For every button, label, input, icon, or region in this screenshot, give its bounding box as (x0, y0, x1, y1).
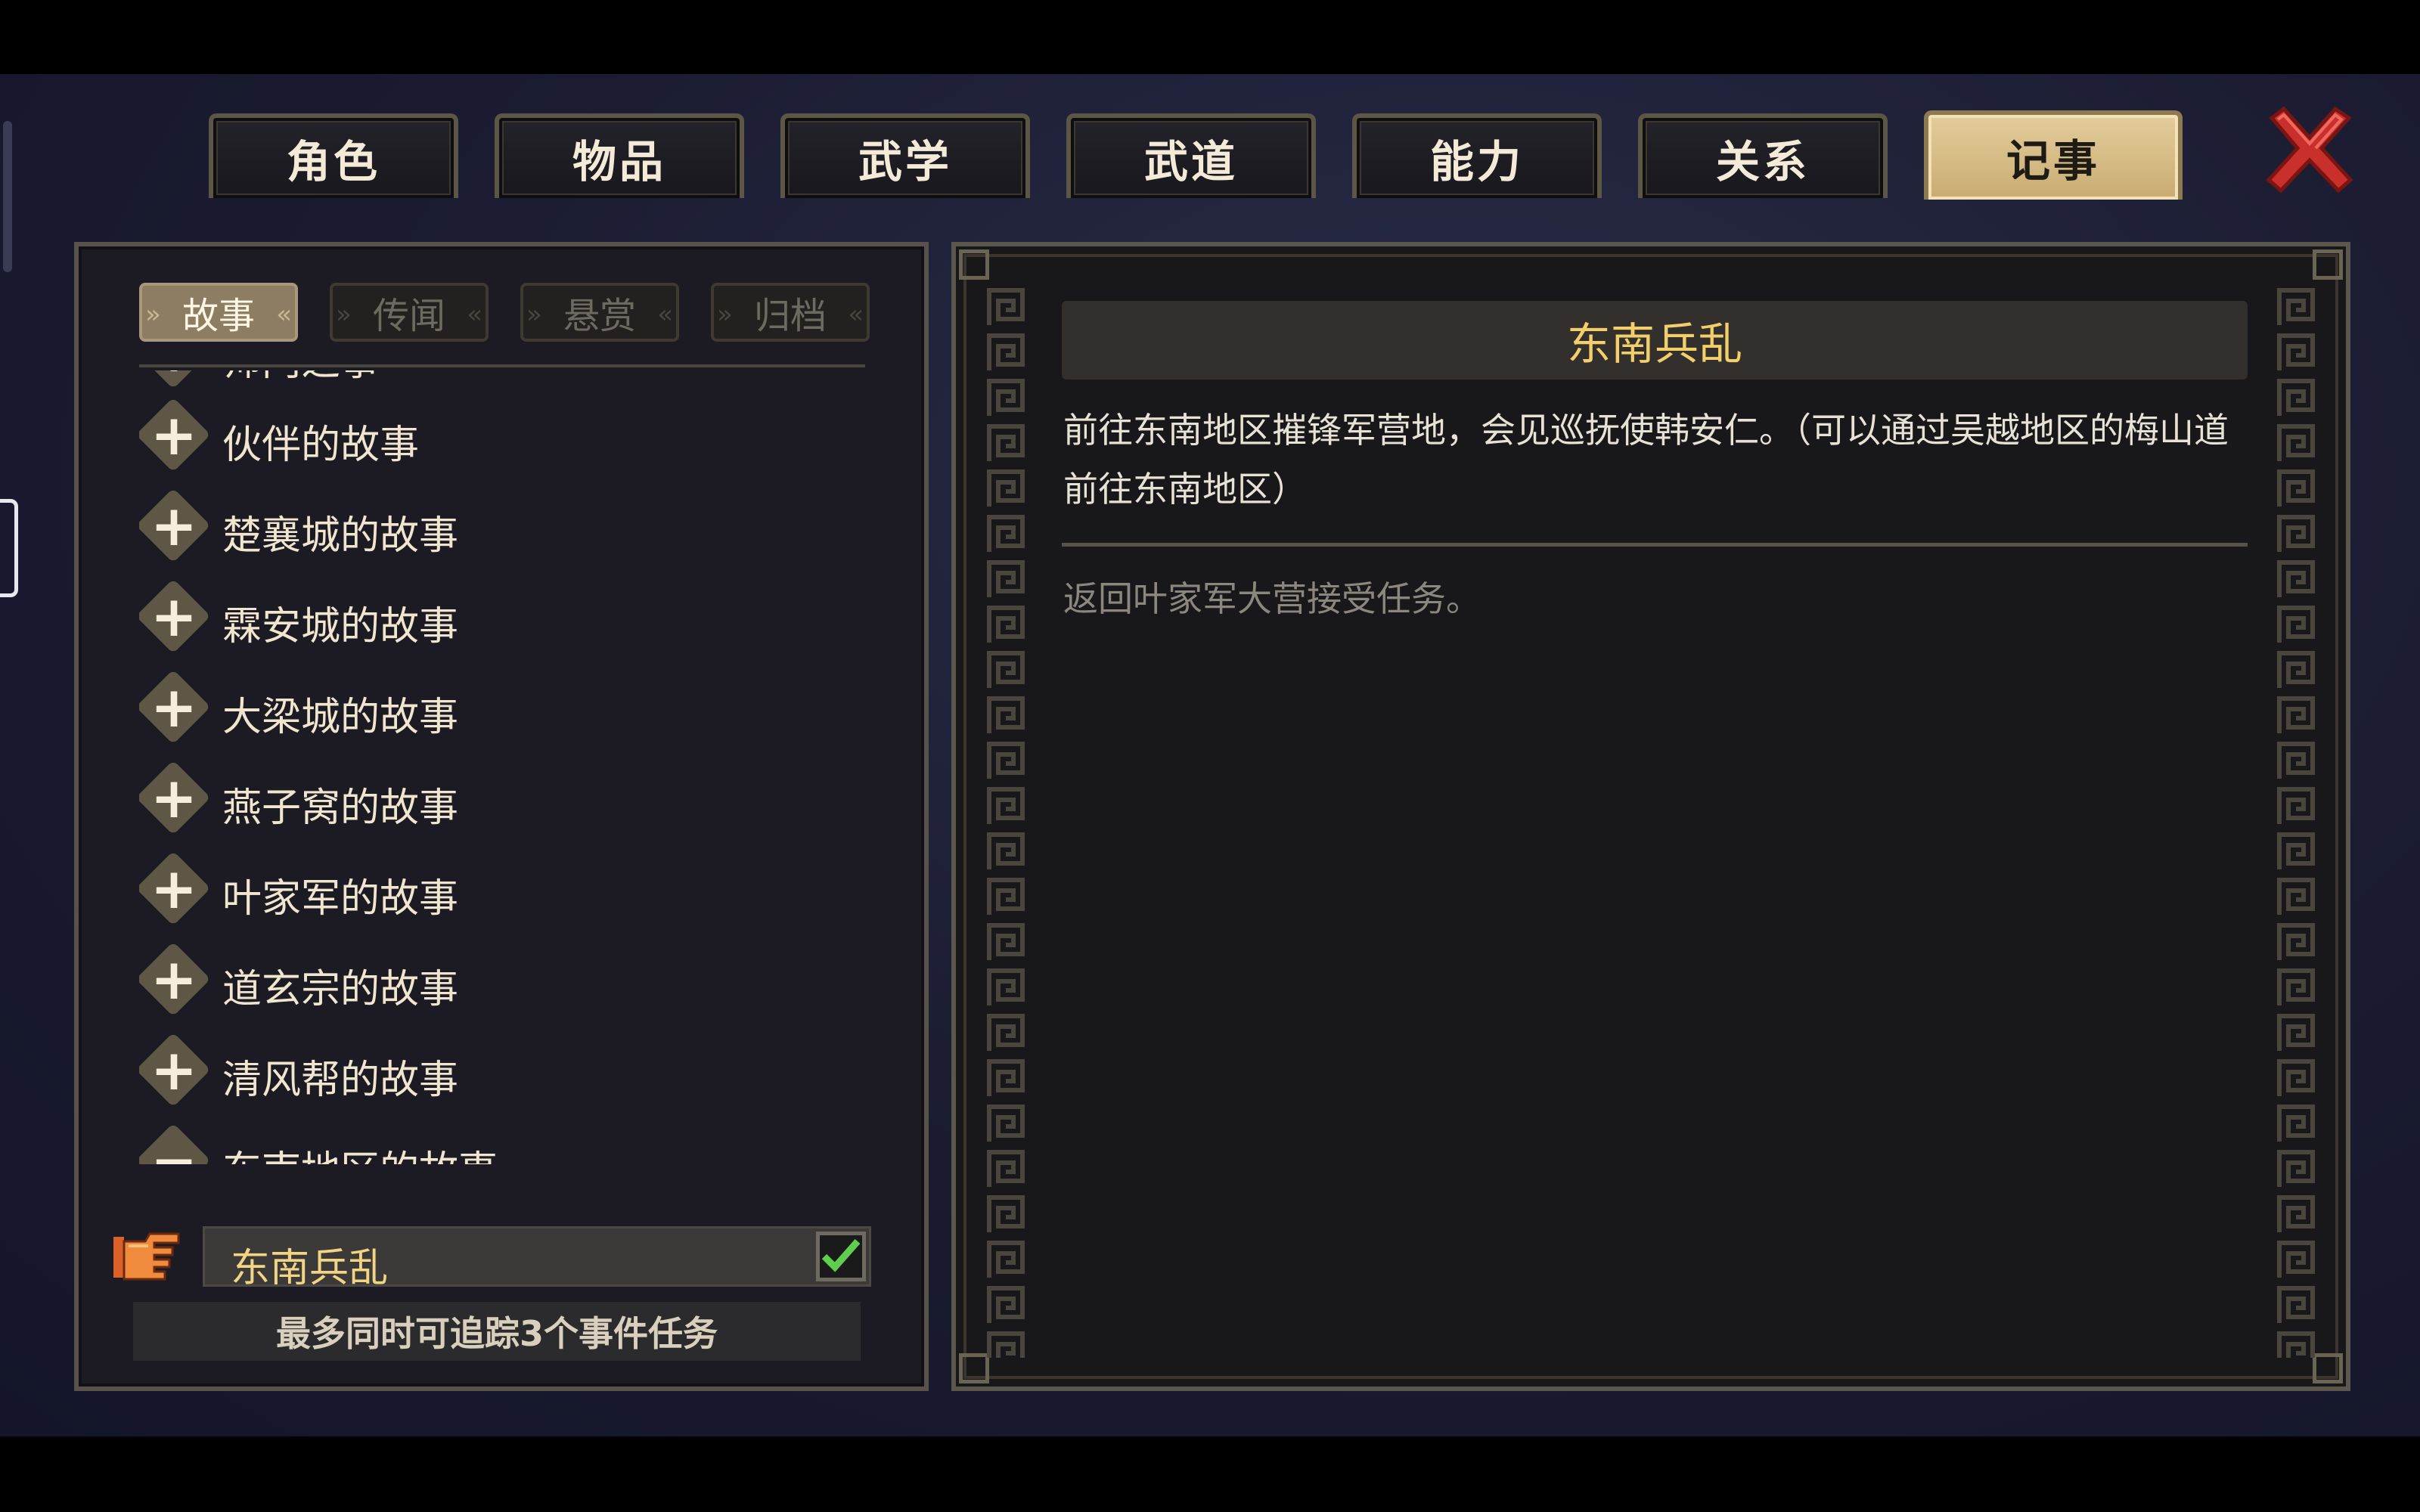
story-list-panel: » 故事 « » 传闻 « » 悬赏 « » 归档 « + 师门之事 + (74, 242, 929, 1391)
plus-icon: + (150, 494, 197, 559)
plus-icon: + (150, 675, 197, 740)
plus-icon: + (150, 584, 197, 649)
tab-martial-arts[interactable]: 武学 (780, 113, 1030, 198)
tab-label: 物品 (572, 136, 666, 187)
list-item[interactable]: + 霖安城的故事 (139, 578, 895, 665)
side-tab-handle[interactable] (0, 499, 18, 597)
tab-relations[interactable]: 关系 (1638, 113, 1888, 198)
quest-title-text: 东南兵乱 (1566, 318, 1742, 370)
tab-label: 记事 (2006, 135, 2100, 187)
tab-label: 角色 (286, 136, 380, 187)
list-item[interactable]: + 燕子窝的故事 (139, 760, 895, 847)
fret-border-icon (2273, 284, 2319, 1358)
corner-ornament-icon (959, 1353, 989, 1383)
subtab-label: 故事 (182, 295, 255, 337)
check-icon (821, 1239, 861, 1272)
quest-title: 东南兵乱 (1062, 301, 2248, 380)
list-item-label: 叶家军的故事 (222, 876, 459, 922)
list-item-label: 霖安城的故事 (222, 604, 459, 649)
chevron-right-icon: » (717, 299, 733, 330)
list-item-label: 道玄宗的故事 (222, 967, 459, 1012)
subtab-rumors[interactable]: » 传闻 « (330, 283, 489, 342)
plus-icon: + (150, 766, 197, 831)
track-limit-hint: 最多同时可追踪3个事件任务 (133, 1302, 861, 1361)
subtab-label: 传闻 (372, 295, 445, 337)
tab-journal[interactable]: 记事 (1924, 110, 2183, 200)
corner-ornament-icon (959, 249, 989, 280)
list-item-partial[interactable]: + 师门之事 (139, 370, 895, 401)
plus-icon: + (150, 403, 197, 468)
story-category-list: + 师门之事 + 伙伴的故事 + 楚襄城的故事 + 霖安城的故事 + 大梁城的故… (139, 370, 895, 1164)
track-checkbox[interactable] (816, 1232, 866, 1281)
plus-icon: + (150, 857, 197, 922)
quest-step: 返回叶家军大营接受任务。 (1063, 578, 1481, 619)
tab-label: 武学 (858, 136, 952, 187)
chevron-right-icon: » (526, 299, 542, 330)
pointing-hand-icon (113, 1232, 180, 1281)
subtab-label: 悬赏 (563, 295, 636, 337)
plus-icon: + (150, 947, 197, 1012)
tab-label: 武道 (1143, 136, 1238, 187)
divider (139, 364, 865, 367)
fret-border-icon (983, 284, 1028, 1358)
close-x-icon (2266, 106, 2353, 194)
chevron-left-icon: « (848, 299, 864, 330)
subtab-stories[interactable]: » 故事 « (139, 283, 298, 342)
tab-abilities[interactable]: 能力 (1352, 113, 1602, 198)
quest-description: 前往东南地区摧锋军营地，会见巡抚使韩安仁。（可以通过吴越地区的梅山道前往东南地区… (1063, 410, 2229, 510)
quest-label: 东南兵乱 (231, 1246, 389, 1291)
tab-label: 关系 (1715, 136, 1810, 187)
list-item[interactable]: + 叶家军的故事 (139, 850, 895, 937)
quest-detail-panel: 东南兵乱 前往东南地区摧锋军营地，会见巡抚使韩安仁。（可以通过吴越地区的梅山道前… (951, 242, 2350, 1391)
list-item-expanded[interactable]: − 东南地区的故事 (139, 1123, 895, 1164)
subtab-bounties[interactable]: » 悬赏 « (520, 283, 679, 342)
corner-ornament-icon (2313, 1353, 2343, 1383)
list-item[interactable]: + 楚襄城的故事 (139, 488, 895, 575)
list-item[interactable]: + 清风帮的故事 (139, 1032, 895, 1119)
list-item-label: 东南地区的故事 (222, 1139, 498, 1164)
chevron-right-icon: » (145, 299, 161, 330)
list-item-label: 大梁城的故事 (222, 695, 459, 740)
subtab-label: 归档 (753, 295, 827, 337)
chevron-left-icon: « (657, 299, 673, 330)
tab-character[interactable]: 角色 (209, 113, 458, 198)
list-item-label: 清风帮的故事 (222, 1058, 459, 1103)
list-item[interactable]: + 伙伴的故事 (139, 397, 895, 484)
scroll-indicator (3, 121, 12, 272)
tab-items[interactable]: 物品 (495, 113, 744, 198)
tab-martial-way[interactable]: 武道 (1066, 113, 1316, 198)
list-item-label: 楚襄城的故事 (222, 513, 459, 559)
divider (1062, 543, 2248, 547)
minus-icon: − (150, 1129, 197, 1164)
plus-icon: + (139, 370, 209, 384)
list-item[interactable]: + 大梁城的故事 (139, 669, 895, 756)
close-button[interactable] (2261, 101, 2358, 198)
plus-icon: + (150, 1038, 197, 1103)
selected-quest-row[interactable]: 东南兵乱 (203, 1226, 871, 1291)
corner-ornament-icon (2313, 249, 2343, 280)
tab-label: 能力 (1429, 136, 1524, 187)
list-item[interactable]: + 道玄宗的故事 (139, 941, 895, 1028)
subtab-archive[interactable]: » 归档 « (711, 283, 870, 342)
chevron-right-icon: » (336, 299, 352, 330)
list-item-label: 师门之事 (222, 370, 380, 386)
chevron-left-icon: « (467, 299, 482, 330)
list-item-label: 伙伴的故事 (222, 423, 420, 468)
chevron-left-icon: « (276, 299, 292, 330)
list-item-label: 燕子窝的故事 (222, 785, 459, 831)
